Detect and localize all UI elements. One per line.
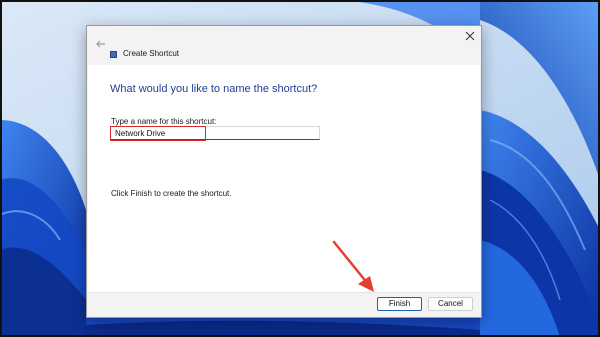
dialog-heading: What would you like to name the shortcut…: [110, 83, 318, 95]
create-shortcut-dialog: Create Shortcut What would you like to n…: [86, 25, 482, 318]
cancel-button[interactable]: Cancel: [428, 297, 473, 311]
dialog-title: Create Shortcut: [123, 49, 180, 58]
dialog-titlebar: Create Shortcut: [87, 26, 481, 60]
shortcut-name-input[interactable]: [110, 126, 320, 140]
shortcut-app-icon: [110, 51, 117, 58]
dialog-footer: Finish Cancel: [88, 292, 480, 317]
back-arrow-icon[interactable]: [95, 38, 107, 50]
close-icon[interactable]: [465, 31, 475, 41]
finish-instruction: Click Finish to create the shortcut.: [111, 189, 232, 198]
name-field-label: Type a name for this shortcut:: [111, 117, 217, 126]
dialog-content: What would you like to name the shortcut…: [88, 65, 480, 292]
finish-button[interactable]: Finish: [377, 297, 422, 311]
